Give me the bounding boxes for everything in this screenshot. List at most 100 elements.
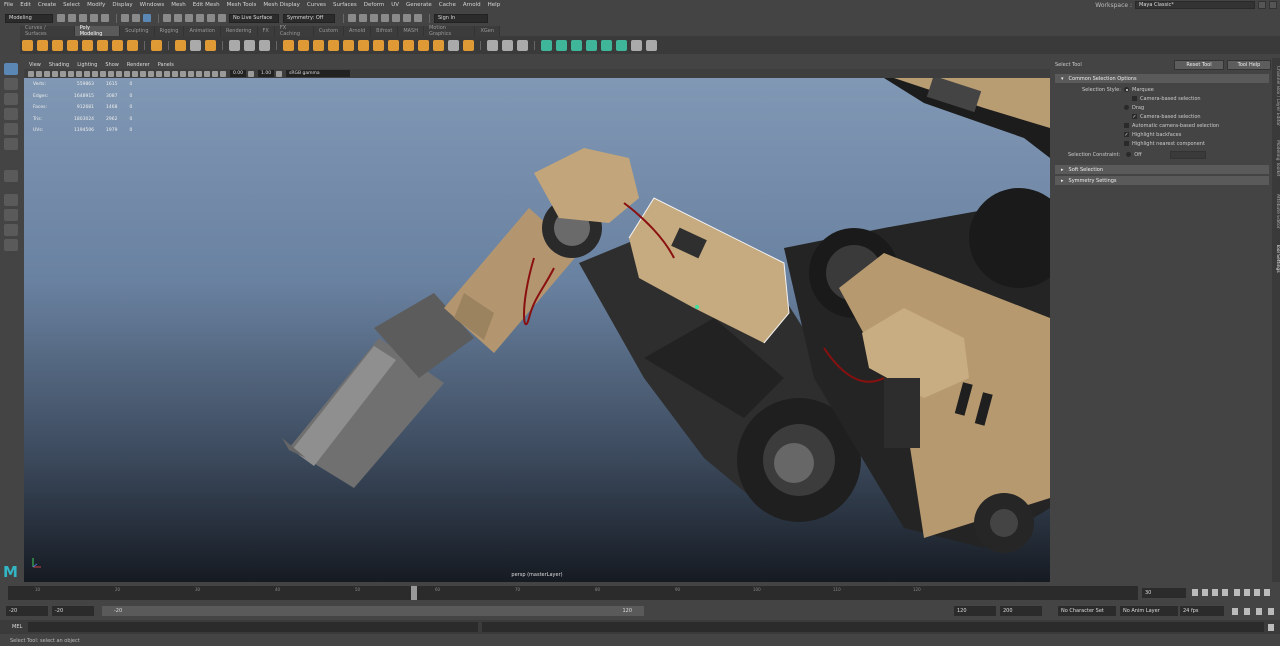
tab-xgen[interactable]: XGen — [475, 26, 500, 36]
range-slider[interactable]: -20 120 — [102, 606, 644, 616]
select-tool-icon[interactable] — [4, 63, 18, 75]
section-symmetry-settings[interactable]: ▸ Symmetry Settings — [1055, 176, 1269, 185]
camera-select-icon[interactable] — [28, 70, 34, 77]
menu-modify[interactable]: Modify — [87, 2, 105, 8]
tool-help-button[interactable]: Tool Help — [1227, 60, 1271, 70]
menu-cache[interactable]: Cache — [439, 2, 456, 8]
super-shape-icon[interactable] — [175, 39, 186, 51]
playback-start-field[interactable]: -20 — [52, 606, 94, 616]
step-forward-key-icon[interactable] — [1254, 589, 1260, 596]
ambient-occlusion-icon[interactable] — [164, 70, 170, 77]
poly-pipe-icon[interactable] — [127, 39, 138, 51]
uv-editor-icon[interactable] — [541, 39, 552, 51]
platonic-solid-icon[interactable] — [151, 39, 162, 51]
step-back-key-icon[interactable] — [1202, 589, 1208, 596]
step-back-frame-icon[interactable] — [1212, 589, 1218, 596]
auto-camera-checkbox[interactable] — [1124, 123, 1129, 128]
section-common-selection[interactable]: ▾ Common Selection Options — [1055, 74, 1269, 83]
workspace-settings-icon[interactable] — [1269, 1, 1277, 9]
play-forwards-icon[interactable] — [1234, 589, 1240, 596]
live-surface-field[interactable]: No Live Surface — [229, 13, 279, 23]
ipr-render-icon[interactable] — [370, 14, 378, 22]
tab-modeling-toolkit[interactable]: Modeling Toolkit — [1272, 132, 1280, 184]
tab-tool-settings[interactable]: Tool Settings — [1272, 238, 1280, 278]
loop-icon[interactable] — [1232, 608, 1238, 615]
redo-icon[interactable] — [101, 14, 109, 22]
symmetry-dropdown[interactable]: Symmetry: Off — [283, 13, 335, 23]
menu-mesh[interactable]: Mesh — [171, 2, 185, 8]
poly-cube-icon[interactable] — [37, 39, 48, 51]
playback-end-field[interactable]: 120 — [954, 606, 996, 616]
vp-menu-shading[interactable]: Shading — [49, 62, 69, 68]
extrude-icon[interactable] — [328, 39, 339, 51]
film-gate-icon[interactable] — [68, 70, 74, 77]
menu-help[interactable]: Help — [488, 2, 501, 8]
select-component-icon[interactable] — [143, 14, 151, 22]
safe-title-icon[interactable] — [108, 70, 114, 77]
script-editor-icon[interactable] — [1268, 624, 1274, 631]
menu-deform[interactable]: Deform — [364, 2, 384, 8]
reset-tool-button[interactable]: Reset Tool — [1174, 60, 1224, 70]
select-hierarchy-icon[interactable] — [121, 14, 129, 22]
poly-sphere-icon[interactable] — [22, 39, 33, 51]
select-object-icon[interactable] — [132, 14, 140, 22]
go-to-end-icon[interactable] — [1264, 589, 1270, 596]
scale-tool-icon[interactable] — [4, 138, 18, 150]
bridge-icon[interactable] — [313, 39, 324, 51]
cylindrical-map-icon[interactable] — [571, 39, 582, 51]
new-scene-icon[interactable] — [57, 14, 65, 22]
xray-icon[interactable] — [196, 70, 202, 77]
safe-action-icon[interactable] — [100, 70, 106, 77]
menu-select[interactable]: Select — [63, 2, 80, 8]
section-soft-selection[interactable]: ▸ Soft Selection — [1055, 165, 1269, 174]
poly-cylinder-icon[interactable] — [52, 39, 63, 51]
reduce-icon[interactable] — [463, 39, 474, 51]
hypershade-icon[interactable] — [392, 14, 400, 22]
poke-icon[interactable] — [403, 39, 414, 51]
lasso-tool-icon[interactable] — [4, 78, 18, 90]
move-tool-icon[interactable] — [4, 108, 18, 120]
menu-arnold[interactable]: Arnold — [463, 2, 481, 8]
menu-uv[interactable]: UV — [391, 2, 399, 8]
sign-in-button[interactable]: Sign In — [434, 13, 488, 23]
merge-icon[interactable] — [388, 39, 399, 51]
anim-layer-dropdown[interactable]: No Anim Layer — [1120, 606, 1178, 616]
wireframe-icon[interactable] — [116, 70, 122, 77]
combine-icon[interactable] — [229, 39, 240, 51]
snap-surface-icon[interactable] — [207, 14, 215, 22]
constraint-value[interactable]: Off — [1134, 152, 1170, 158]
tab-rigging[interactable]: Rigging — [154, 26, 185, 36]
constraint-angle-field[interactable] — [1170, 150, 1207, 159]
menu-mesh-tools[interactable]: Mesh Tools — [227, 2, 257, 8]
tab-arnold[interactable]: Arnold — [343, 26, 372, 36]
smooth-shade-icon[interactable] — [124, 70, 130, 77]
go-to-start-icon[interactable] — [1192, 589, 1198, 596]
tab-fx[interactable]: FX — [257, 26, 275, 36]
save-scene-icon[interactable] — [79, 14, 87, 22]
auto-key-icon[interactable] — [1256, 608, 1262, 615]
render-settings-icon[interactable] — [381, 14, 389, 22]
open-scene-icon[interactable] — [68, 14, 76, 22]
tab-bifrost[interactable]: Bifrost — [371, 26, 399, 36]
resolution-gate-icon[interactable] — [76, 70, 82, 77]
fill-hole-icon[interactable] — [358, 39, 369, 51]
tab-rendering[interactable]: Rendering — [220, 26, 258, 36]
menu-file[interactable]: File — [4, 2, 13, 8]
vp-menu-show[interactable]: Show — [105, 62, 119, 68]
planar-map-icon[interactable] — [556, 39, 567, 51]
xray-components-icon[interactable] — [212, 70, 218, 77]
poly-disc-icon[interactable] — [112, 39, 123, 51]
tab-attribute-editor[interactable]: Attribute Editor — [1272, 186, 1280, 236]
textured-icon[interactable] — [140, 70, 146, 77]
current-frame-field[interactable]: 30 — [1142, 588, 1186, 598]
auto-map-icon[interactable] — [601, 39, 612, 51]
highlight-backfaces-checkbox[interactable]: ✓ — [1124, 132, 1129, 138]
smooth-icon[interactable] — [259, 39, 270, 51]
robot-arm-model[interactable] — [24, 78, 1050, 582]
persp-viewport[interactable]: Verts: 559863 1615 0 Edges: 1648915 3087 0 Fac… — [24, 78, 1050, 582]
vp-menu-view[interactable]: View — [29, 62, 41, 68]
menu-edit-mesh[interactable]: Edit Mesh — [193, 2, 220, 8]
fps-dropdown[interactable]: 24 fps — [1180, 606, 1224, 616]
gate-mask-icon[interactable] — [84, 70, 90, 77]
svg-icon[interactable] — [205, 39, 216, 51]
